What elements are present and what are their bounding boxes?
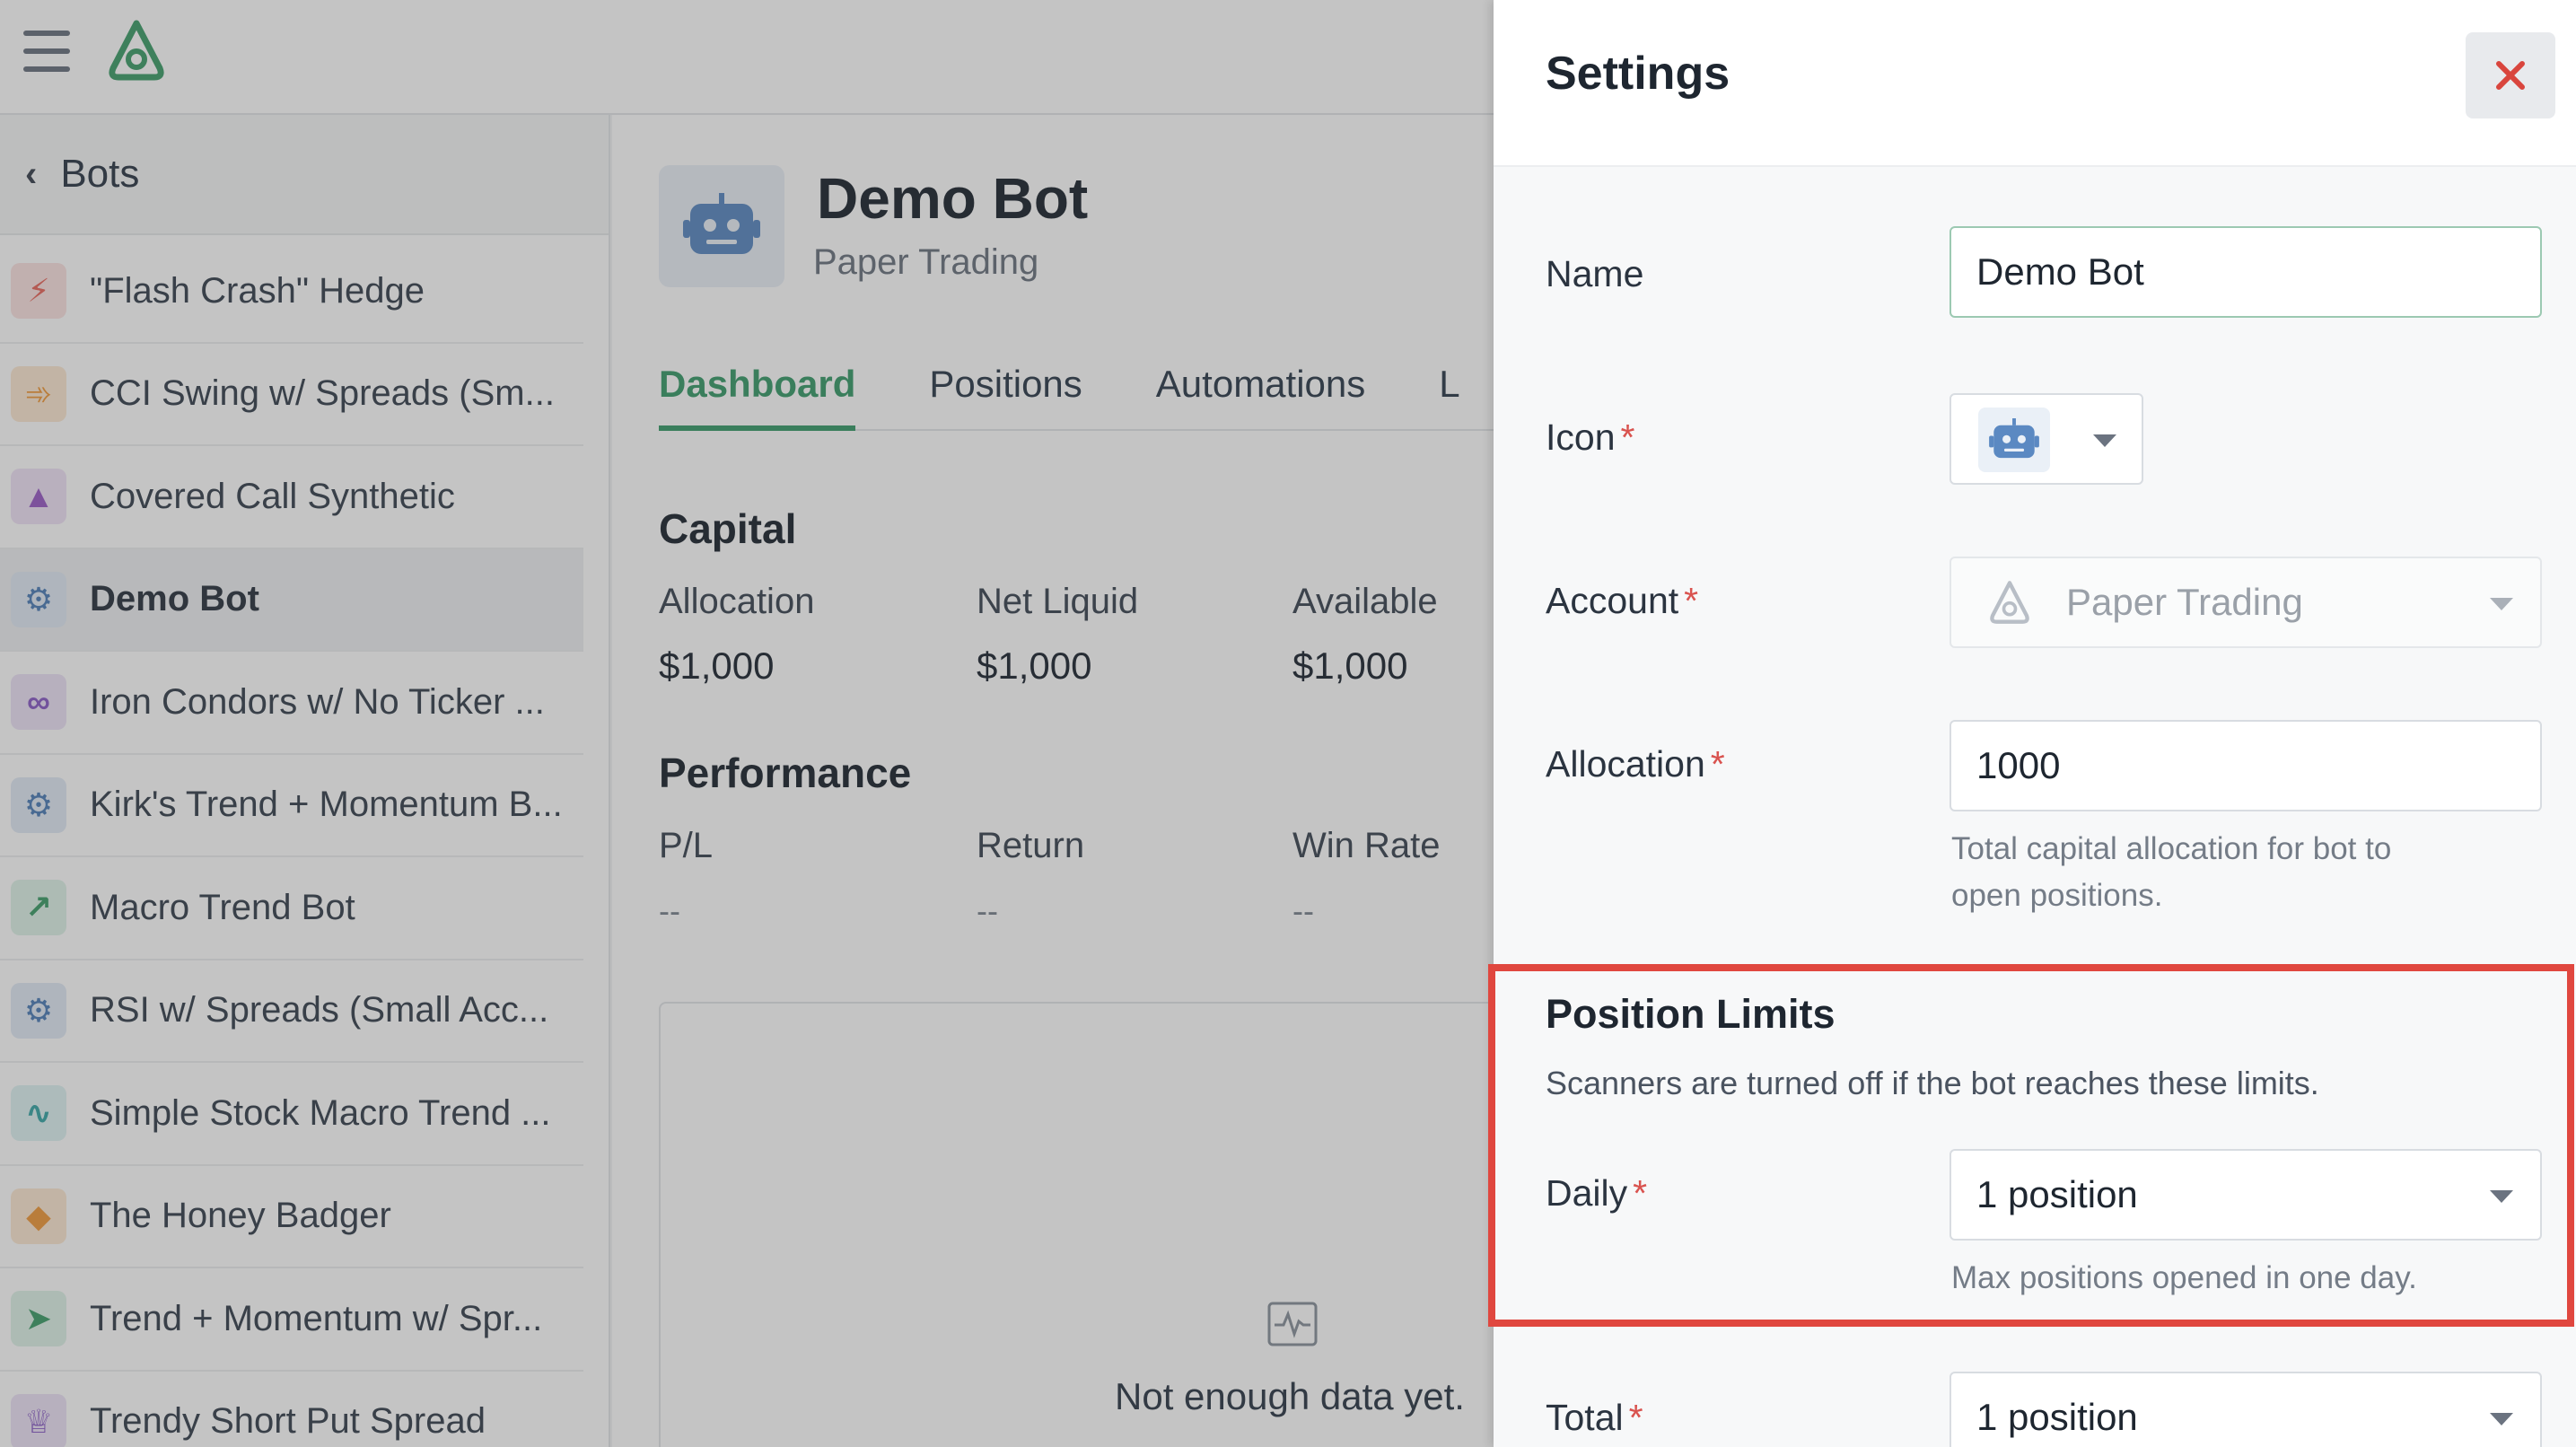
chevron-down-icon <box>2093 434 2116 447</box>
name-field[interactable]: Demo Bot <box>1950 226 2542 318</box>
chevron-down-icon <box>2490 598 2513 610</box>
icon-label: Icon * <box>1546 417 1635 458</box>
account-logo-icon <box>1990 581 2029 624</box>
total-limit-select[interactable]: 1 position <box>1950 1372 2542 1447</box>
name-label: Name <box>1546 253 1644 294</box>
allocation-label: Allocation * <box>1546 743 1725 785</box>
account-select[interactable]: Paper Trading <box>1950 557 2542 648</box>
robot-icon <box>1989 418 2039 459</box>
total-limit-value: 1 position <box>1976 1396 2138 1438</box>
modal-backdrop[interactable] <box>0 0 1494 1447</box>
account-label: Account * <box>1546 580 1699 621</box>
account-select-value: Paper Trading <box>2066 581 2303 623</box>
name-field-value: Demo Bot <box>1976 250 2144 293</box>
position-limits-highlight-box <box>1488 964 2574 1327</box>
close-icon <box>2496 61 2525 90</box>
close-settings-button[interactable] <box>2466 32 2555 118</box>
total-label: Total * <box>1546 1397 1643 1438</box>
settings-title: Settings <box>1546 48 1730 100</box>
icon-select[interactable] <box>1950 393 2143 485</box>
selected-icon-preview <box>1978 408 2050 472</box>
allocation-input[interactable]: 1000 <box>1950 720 2542 811</box>
allocation-help-text: Total capital allocation for bot to open… <box>1951 831 2392 913</box>
settings-header: Settings <box>1494 0 2576 167</box>
chevron-down-icon <box>2490 1413 2513 1425</box>
allocation-input-value: 1000 <box>1976 744 2061 786</box>
